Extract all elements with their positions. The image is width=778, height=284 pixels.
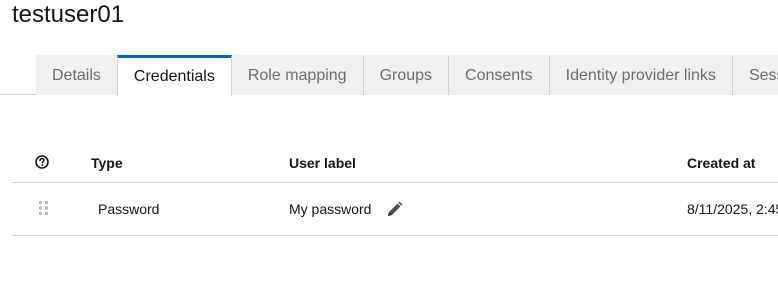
pencil-icon[interactable] bbox=[386, 201, 403, 218]
page-title: testuser01 bbox=[12, 1, 125, 28]
drag-handle-icon[interactable] bbox=[39, 201, 49, 215]
credential-type: Password bbox=[98, 201, 160, 217]
tab-consents[interactable]: Consents bbox=[449, 55, 550, 95]
tab-sessions[interactable]: Sess bbox=[732, 55, 778, 95]
table-header: Type User label Created at bbox=[12, 142, 778, 183]
tab-details[interactable]: Details bbox=[36, 55, 118, 95]
column-header-user-label[interactable]: User label bbox=[289, 155, 356, 171]
question-circle-icon[interactable] bbox=[35, 155, 49, 169]
credential-created-at: 8/11/2025, 2:45 bbox=[687, 201, 778, 217]
tabs: Details Credentials Role mapping Groups … bbox=[36, 55, 778, 96]
tab-credentials[interactable]: Credentials bbox=[116, 55, 232, 96]
tab-bar: Details Credentials Role mapping Groups … bbox=[0, 55, 778, 96]
column-header-type[interactable]: Type bbox=[91, 155, 123, 171]
tab-groups[interactable]: Groups bbox=[363, 55, 450, 95]
tab-identity-provider-links[interactable]: Identity provider links bbox=[549, 55, 733, 95]
column-header-created-at[interactable]: Created at bbox=[687, 155, 755, 171]
credential-user-label: My password bbox=[289, 201, 372, 217]
credentials-table: Type User label Created at Password My p… bbox=[12, 142, 778, 236]
tab-role-mapping[interactable]: Role mapping bbox=[231, 55, 364, 95]
table-row: Password My password 8/11/2025, 2:45 bbox=[12, 183, 778, 236]
